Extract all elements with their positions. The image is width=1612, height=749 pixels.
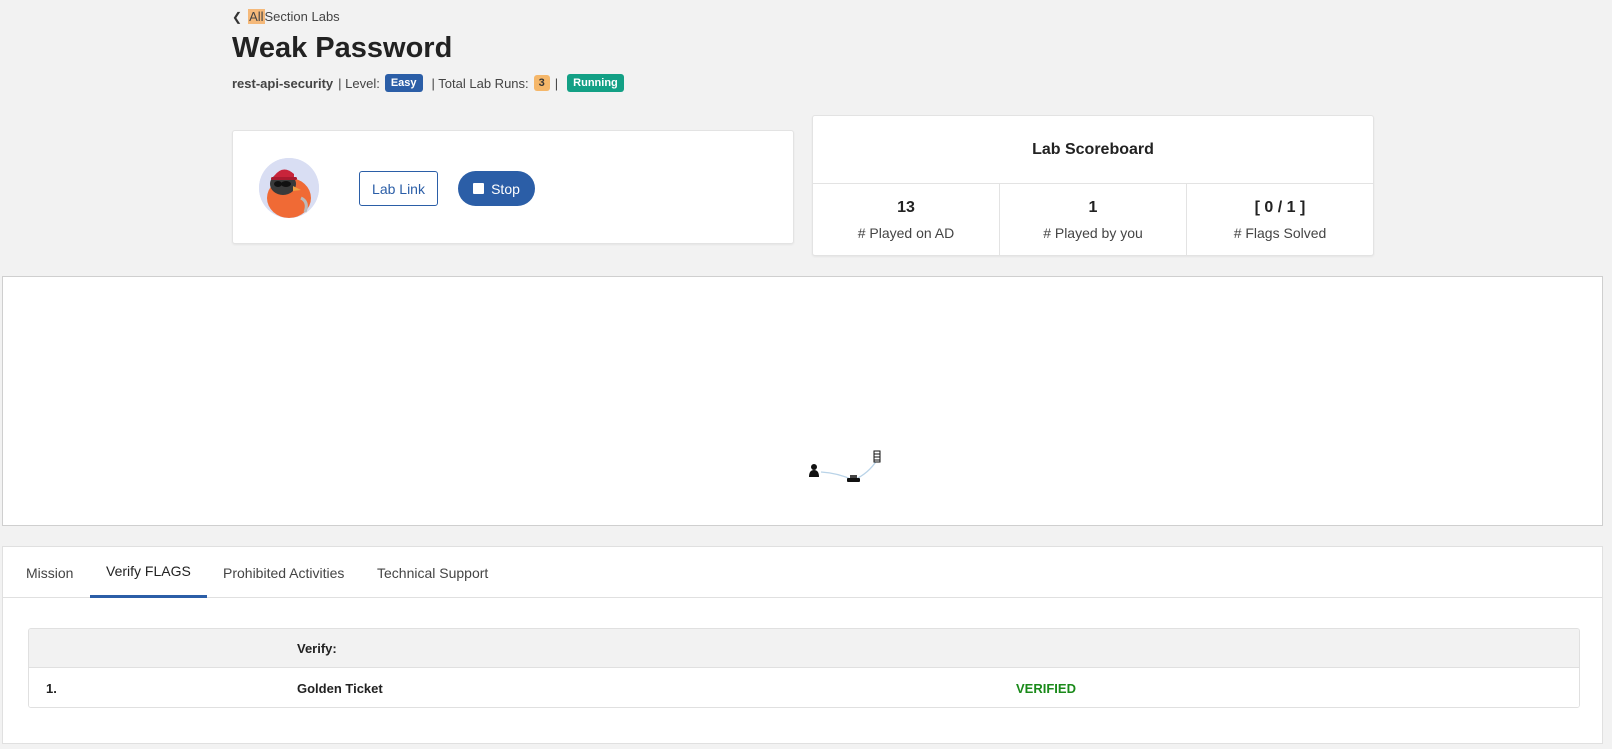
- stop-square-icon: [473, 183, 485, 194]
- level-badge: Easy: [384, 74, 423, 92]
- avatar: [259, 158, 319, 218]
- user-node-icon[interactable]: [809, 464, 819, 477]
- page: ❮ AllSection Labs Weak Password rest-api…: [0, 0, 1612, 749]
- row-index: 1.: [46, 680, 57, 696]
- status-badge: Running: [567, 74, 624, 92]
- flag-status: VERIFIED: [1016, 680, 1076, 696]
- topology-graph: [809, 450, 881, 482]
- table-header: Verify:: [29, 629, 1579, 668]
- tab-prohibited-activities[interactable]: Prohibited Activities: [223, 547, 344, 598]
- lab-control-card: Lab Link Stop: [232, 130, 794, 244]
- stat-played-by-you: 1 # Played by you: [1000, 184, 1187, 256]
- lab-details-panel: Mission Verify FLAGS Prohibited Activiti…: [2, 546, 1603, 744]
- stat-label: # Played on AD: [857, 225, 955, 241]
- stat-flags-solved: [ 0 / 1 ] # Flags Solved: [1187, 184, 1373, 256]
- bird-avatar-icon: [259, 158, 319, 218]
- stop-button-label: Stop: [491, 180, 520, 197]
- back-link-text: Section Labs: [264, 9, 340, 24]
- stat-value: [ 0 / 1 ]: [1254, 199, 1306, 216]
- network-topology-canvas[interactable]: [2, 276, 1603, 526]
- meta-separator: |: [554, 75, 559, 91]
- stat-label: # Played by you: [1043, 225, 1143, 241]
- lab-meta: rest-api-security | Level: Easy | Total …: [232, 74, 624, 92]
- tab-technical-support[interactable]: Technical Support: [377, 547, 488, 598]
- lab-link-button[interactable]: Lab Link: [359, 171, 438, 206]
- back-to-section-labs-link[interactable]: ❮ AllSection Labs: [232, 9, 340, 24]
- stat-value: 1: [1088, 199, 1098, 216]
- server-node-icon[interactable]: [873, 450, 881, 463]
- router-node-icon[interactable]: [847, 475, 860, 482]
- flag-name: Golden Ticket: [297, 680, 383, 696]
- stat-label: # Flags Solved: [1233, 225, 1327, 241]
- page-title: Weak Password: [232, 32, 453, 64]
- scoreboard-title: Lab Scoreboard: [813, 116, 1373, 184]
- runs-label: | Total Lab Runs:: [431, 75, 529, 91]
- column-header-verify: Verify:: [297, 640, 337, 656]
- lab-category: rest-api-security: [232, 75, 334, 91]
- runs-count-badge: 3: [533, 75, 550, 91]
- stat-value: 13: [897, 199, 915, 216]
- tab-mission[interactable]: Mission: [26, 547, 73, 598]
- tab-verify-flags[interactable]: Verify FLAGS: [90, 547, 207, 598]
- topology-link: [853, 459, 878, 481]
- table-row: 1. Golden Ticket VERIFIED: [29, 668, 1579, 707]
- chevron-left-icon: ❮: [232, 9, 243, 24]
- scoreboard-stats: 13 # Played on AD 1 # Played by you [ 0 …: [813, 184, 1373, 256]
- back-link-highlight: All: [248, 9, 265, 24]
- lab-scoreboard: Lab Scoreboard 13 # Played on AD 1 # Pla…: [812, 115, 1374, 256]
- tab-bar: Mission Verify FLAGS Prohibited Activiti…: [3, 547, 1602, 598]
- stop-button[interactable]: Stop: [458, 171, 535, 206]
- level-label: | Level:: [338, 75, 380, 91]
- stat-played-on-ad: 13 # Played on AD: [813, 184, 1000, 256]
- flags-table: Verify: 1. Golden Ticket VERIFIED: [28, 628, 1580, 708]
